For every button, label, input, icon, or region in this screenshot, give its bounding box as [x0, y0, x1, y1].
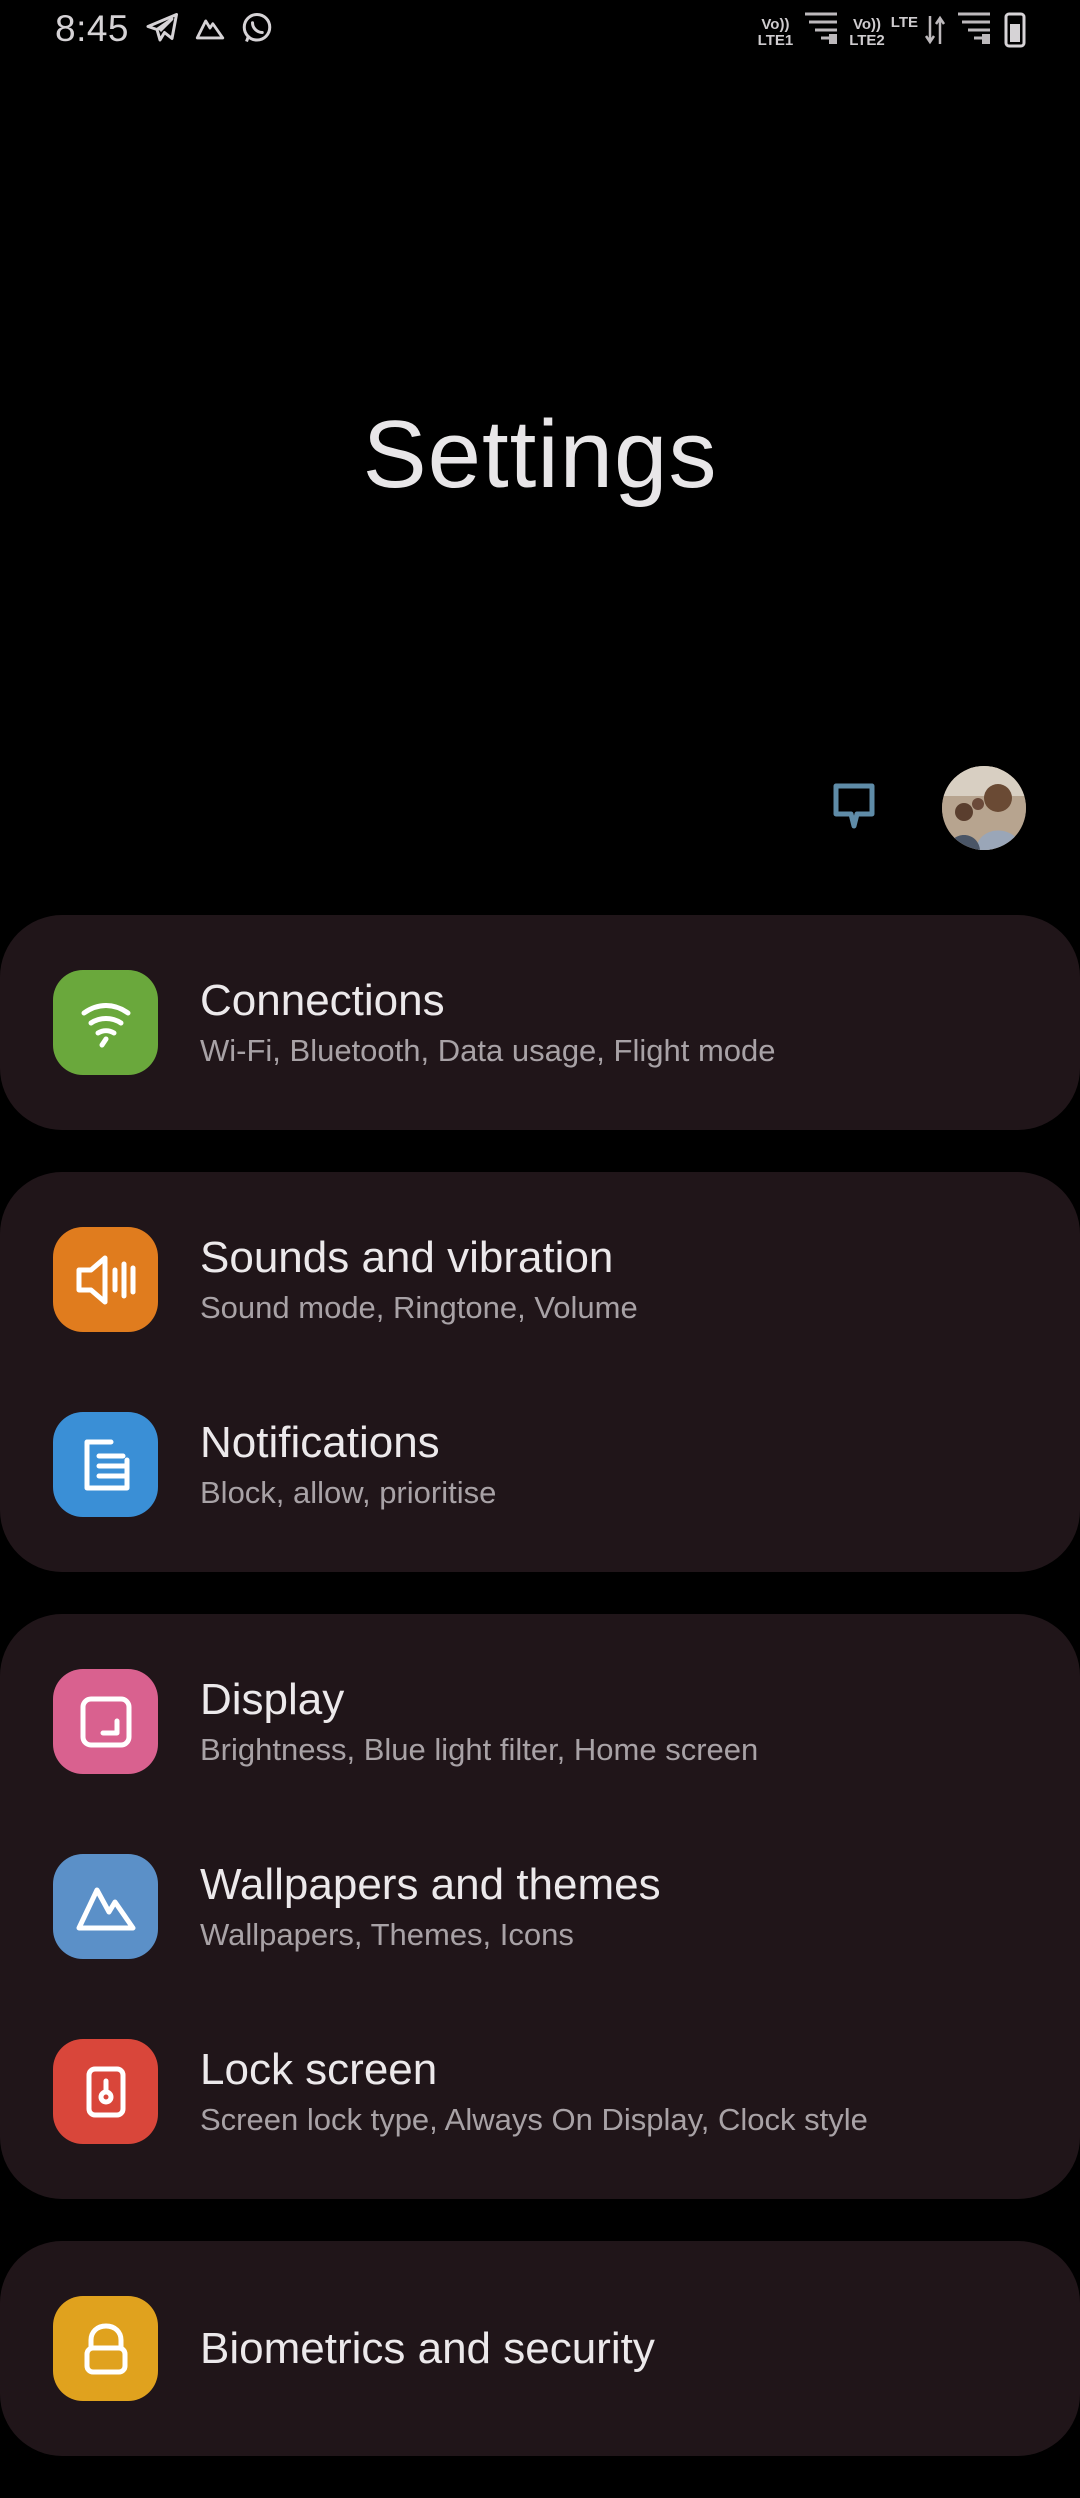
status-time: 8:45: [55, 8, 130, 49]
lte-label: LTE: [890, 14, 918, 31]
whatsapp-icon: [239, 10, 275, 46]
sim1-network-label: LTE1: [757, 31, 794, 49]
speaker-icon: [53, 1227, 158, 1332]
sim2-indicator: Vo)) LTE2: [849, 15, 885, 49]
settings-list: Connections Wi-Fi, Bluetooth, Data usage…: [0, 915, 1080, 2498]
settings-item-sounds-and-vibration[interactable]: Sounds and vibration Sound mode, Rington…: [0, 1187, 1080, 1372]
settings-item-subtitle: Sound mode, Ringtone, Volume: [200, 1289, 638, 1325]
tips-icon: [831, 781, 877, 836]
settings-item-title: Biometrics and security: [200, 2323, 655, 2373]
sim2-network-label: LTE2: [849, 31, 885, 49]
settings-item-subtitle: Brightness, Blue light filter, Home scre…: [200, 1731, 759, 1767]
signal-icon: [952, 10, 996, 55]
settings-item-display[interactable]: Display Brightness, Blue light filter, H…: [0, 1629, 1080, 1814]
notifications-icon: [53, 1412, 158, 1517]
settings-item-subtitle: Screen lock type, Always On Display, Clo…: [200, 2101, 868, 2137]
settings-item-subtitle: Wallpapers, Themes, Icons: [200, 1916, 574, 1952]
avatar[interactable]: [942, 766, 1026, 850]
profile-photo-icon: [942, 766, 1026, 850]
settings-item-biometrics-and-security[interactable]: Biometrics and security: [0, 2256, 1080, 2441]
settings-item-wallpapers-and-themes[interactable]: Wallpapers and themes Wallpapers, Themes…: [0, 1814, 1080, 1999]
signal-icon: [799, 10, 843, 55]
lock-screen-icon: [53, 2039, 158, 2144]
settings-item-notifications[interactable]: Notifications Block, allow, prioritise: [0, 1372, 1080, 1557]
settings-group-display: Display Brightness, Blue light filter, H…: [0, 1614, 1080, 2199]
tips-button[interactable]: [824, 778, 884, 838]
settings-item-lock-screen[interactable]: Lock screen Screen lock type, Always On …: [0, 1999, 1080, 2184]
wifi-icon: [53, 970, 158, 1075]
settings-item-title: Sounds and vibration: [200, 1232, 614, 1282]
telegram-icon: [145, 10, 181, 46]
header-actions: [824, 765, 1026, 851]
settings-item-title: Wallpapers and themes: [200, 1859, 661, 1909]
display-icon: [53, 1669, 158, 1774]
data-activity-icon: [924, 10, 946, 55]
notification-icons: [145, 10, 275, 46]
settings-item-title: Notifications: [200, 1417, 440, 1467]
settings-item-subtitle: Block, allow, prioritise: [200, 1474, 497, 1510]
settings-item-title: Display: [200, 1674, 345, 1724]
settings-item-title: Lock screen: [200, 2044, 438, 2094]
sim1-indicator: Vo)) LTE1: [757, 15, 794, 49]
drive-icon: [193, 11, 227, 45]
settings-item-connections[interactable]: Connections Wi-Fi, Bluetooth, Data usage…: [0, 930, 1080, 1115]
settings-item-subtitle: Wi-Fi, Bluetooth, Data usage, Flight mod…: [200, 1032, 776, 1068]
battery-icon: [1002, 10, 1028, 55]
page-title: Settings: [362, 401, 718, 508]
status-bar: 8:45 Vo)) LTE1 Vo)) LTE2 LTE: [0, 0, 1080, 64]
system-status-icons: Vo)) LTE1 Vo)) LTE2 LTE: [758, 10, 1028, 55]
settings-group-connectivity: Connections Wi-Fi, Bluetooth, Data usage…: [0, 915, 1080, 1130]
wallpaper-icon: [53, 1854, 158, 1959]
sim1-volte-label: Vo)): [761, 15, 790, 33]
settings-group-sound-notifications: Sounds and vibration Sound mode, Rington…: [0, 1172, 1080, 1572]
biometrics-icon: [53, 2296, 158, 2401]
settings-item-title: Connections: [200, 975, 445, 1025]
settings-group-security: Biometrics and security: [0, 2241, 1080, 2456]
sim2-volte-label: Vo)): [852, 15, 882, 33]
